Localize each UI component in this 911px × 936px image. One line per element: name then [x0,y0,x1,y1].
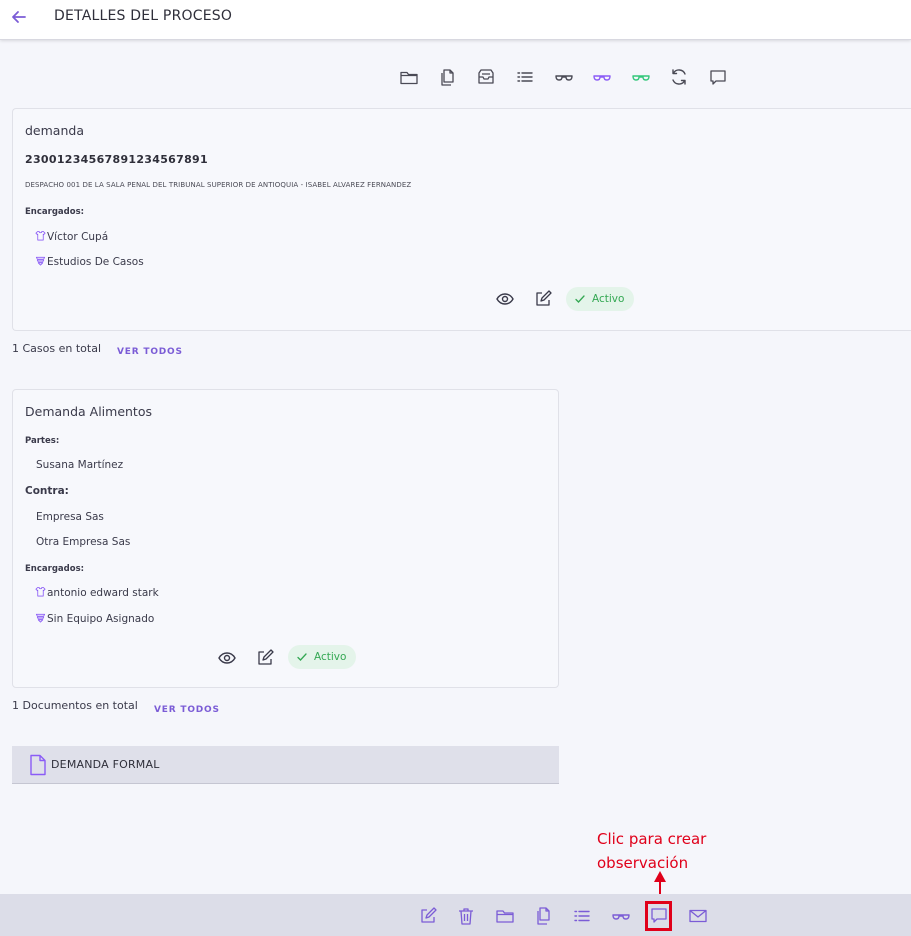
partes-label: Partes: [25,436,60,446]
documents-ver-todos-link[interactable]: VER TODOS [154,705,220,715]
process-title: demanda [25,123,84,138]
encargado-team: Estudios De Casos [35,255,144,268]
parte-item: Susana Martínez [36,459,124,471]
contra-item: Otra Empresa Sas [36,536,131,548]
cases-total-text: 1 Casos en total [12,342,101,355]
encargado-person: antonio edward stark [35,586,159,599]
case-title: Demanda Alimentos [25,404,152,419]
team-icon [35,256,46,266]
edit-icon[interactable] [533,289,553,309]
contra-label: Contra: [25,485,69,497]
contra-item: Empresa Sas [36,511,104,523]
encargados-label: Encargados: [25,207,85,217]
status-text: Activo [592,293,625,305]
annotation-line-1: Clic para crear [597,830,707,848]
status-badge: Activo [288,645,357,669]
page-title: DETALLES DEL PROCESO [54,8,233,24]
glasses-green-icon[interactable] [630,66,652,88]
despacho-text: DESPACHO 001 DE LA SALA PENAL DEL TRIBUN… [25,181,412,189]
shirt-icon [35,230,46,241]
annotation-line-2: observación [597,854,689,872]
glasses-icon[interactable] [553,66,575,88]
refresh-icon[interactable] [668,66,690,88]
highlight-box [645,901,672,931]
encargado-name: antonio edward stark [47,587,159,599]
document-icon [30,754,46,776]
copy-files-icon[interactable] [534,906,554,926]
status-badge: Activo [566,287,635,311]
eye-icon[interactable] [217,648,237,668]
glasses-icon[interactable] [611,906,631,926]
shirt-icon [35,586,46,597]
case-card: Demanda Alimentos Partes: Susana Martíne… [12,389,559,688]
check-icon [297,653,307,661]
comment-icon[interactable] [707,66,729,88]
encargado-name: Víctor Cupá [47,231,109,243]
edit-icon[interactable] [255,648,275,668]
app-header: DETALLES DEL PROCESO [0,0,911,40]
status-text: Activo [314,651,347,663]
encargado-team-name: Estudios De Casos [47,256,144,268]
document-name: DEMANDA FORMAL [51,758,160,771]
check-icon [575,295,585,303]
encargado-team: Sin Equipo Asignado [35,612,154,625]
eye-icon[interactable] [495,289,515,309]
trash-icon[interactable] [456,906,476,926]
documents-total-text: 1 Documentos en total [12,699,138,712]
list-icon[interactable] [514,66,536,88]
encargado-team-name: Sin Equipo Asignado [47,613,155,625]
edit-icon[interactable] [418,906,438,926]
inbox-icon[interactable] [475,66,497,88]
encargados-label: Encargados: [25,564,85,574]
encargado-person: Víctor Cupá [35,230,108,243]
folder-icon[interactable] [398,66,420,88]
bottom-toolbar [0,894,911,936]
annotation-callout: Clic para crear observación [597,827,706,875]
copy-files-icon[interactable] [437,66,459,88]
document-row[interactable]: DEMANDA FORMAL [12,746,559,784]
back-arrow-icon[interactable] [9,7,29,27]
cases-ver-todos-link[interactable]: VER TODOS [117,347,183,357]
team-icon [35,613,46,623]
mail-icon[interactable] [688,906,708,926]
process-card: demanda 23001234567891234567891 DESPACHO… [12,108,911,331]
glasses-purple-icon[interactable] [591,66,613,88]
radicado-number: 23001234567891234567891 [25,153,208,166]
list-icon[interactable] [572,906,592,926]
folder-icon[interactable] [495,906,515,926]
